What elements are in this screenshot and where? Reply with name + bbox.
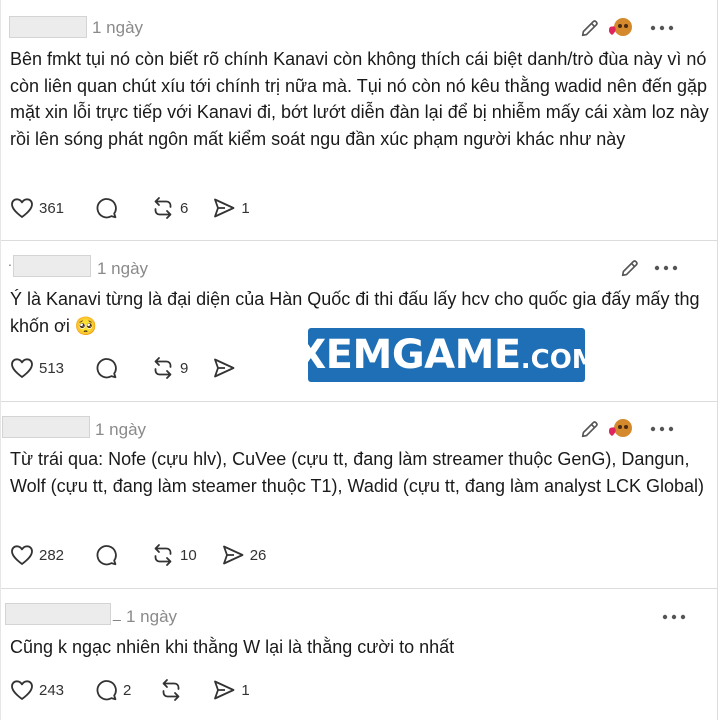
like-count: 513 [39, 359, 65, 377]
heart-icon [11, 680, 33, 700]
repost-count: 9 [180, 359, 189, 377]
reply-button[interactable] [94, 356, 123, 380]
post-text: Cũng k ngạc nhiên khi thằng W lại là thằ… [10, 637, 455, 657]
username-redacted[interactable] [13, 255, 91, 277]
more-icon[interactable] [661, 613, 687, 621]
more-icon[interactable] [653, 264, 679, 272]
post-4: _ 1 ngày Cũng k ngạc nhiên khi thằng W l… [1, 589, 717, 720]
watermark-text: XEMGAME.COM [295, 335, 597, 375]
reply-icon [96, 545, 117, 566]
heart-icon [11, 198, 33, 218]
repost-icon [154, 544, 172, 566]
repost-icon [154, 197, 172, 219]
repost-icon [162, 679, 180, 701]
like-button[interactable]: 243 [10, 679, 64, 701]
heart-icon [11, 545, 33, 565]
share-icon [222, 545, 244, 565]
post-1: 1 ngày Bên fmkt tụi nó còn biết rõ chính… [1, 0, 717, 240]
post-actions: 243 2 1 [10, 677, 264, 703]
edit-icon[interactable] [579, 418, 601, 440]
username-mark: . [8, 253, 12, 269]
post-3: 1 ngày Từ trái qua: Nofe (cựu hlv), CuVe… [1, 402, 717, 588]
xemgame-watermark: XEMGAME.COM [295, 328, 598, 382]
share-button[interactable] [212, 356, 241, 380]
username-mark: _ [113, 605, 121, 621]
repost-icon [154, 357, 172, 379]
reply-button[interactable] [94, 196, 123, 220]
repost-button[interactable]: 6 [151, 196, 188, 220]
repost-button[interactable]: 10 [151, 543, 197, 567]
watermark-suffix: .COM [520, 345, 598, 375]
more-icon[interactable] [649, 24, 675, 32]
share-button[interactable]: 26 [221, 543, 267, 567]
reply-icon [96, 680, 117, 701]
post-time: 1 ngày [97, 259, 149, 278]
post-actions: 513 9 [10, 355, 255, 381]
post-actions: 282 10 26 [10, 542, 280, 568]
post-time: 1 ngày [126, 607, 178, 626]
reply-count: 2 [123, 681, 132, 699]
share-icon [214, 198, 235, 218]
reply-icon [96, 198, 117, 219]
post-actions: 361 6 1 [10, 195, 264, 221]
heart-icon [11, 358, 33, 378]
like-count: 243 [39, 681, 65, 699]
share-icon [214, 680, 235, 700]
username-redacted[interactable] [9, 16, 87, 38]
share-count: 1 [241, 199, 250, 217]
like-button[interactable]: 282 [10, 544, 64, 566]
post-text: Bên fmkt tụi nó còn biết rõ chính Kanavi… [10, 49, 709, 149]
repost-count: 10 [180, 546, 197, 564]
reply-button[interactable] [94, 543, 123, 567]
watermark-main: XEMGAME [295, 332, 521, 378]
edit-icon[interactable] [579, 17, 601, 39]
reply-button[interactable]: 2 [94, 678, 131, 702]
share-count: 26 [249, 546, 267, 564]
like-button[interactable]: 361 [10, 197, 64, 219]
post-time: 1 ngày [92, 18, 144, 37]
post-time: 1 ngày [95, 420, 147, 439]
like-button[interactable]: 513 [10, 357, 64, 379]
share-icon [214, 358, 235, 378]
like-count: 361 [39, 199, 65, 217]
more-icon[interactable] [649, 425, 675, 433]
repost-button[interactable]: 9 [151, 356, 188, 380]
share-count: 1 [241, 681, 250, 699]
username-redacted[interactable] [2, 416, 90, 438]
share-button[interactable]: 1 [212, 196, 250, 220]
edit-icon[interactable] [619, 257, 641, 279]
username-redacted[interactable] [5, 603, 111, 625]
share-button[interactable]: 1 [212, 678, 250, 702]
repost-button[interactable] [159, 678, 188, 702]
repost-count: 6 [180, 199, 189, 217]
avatar-badge-icon [608, 18, 632, 36]
avatar-badge-icon [608, 419, 632, 437]
like-count: 282 [39, 546, 65, 564]
post-text: Từ trái qua: Nofe (cựu hlv), CuVee (cựu … [10, 449, 705, 496]
reply-icon [96, 358, 117, 379]
